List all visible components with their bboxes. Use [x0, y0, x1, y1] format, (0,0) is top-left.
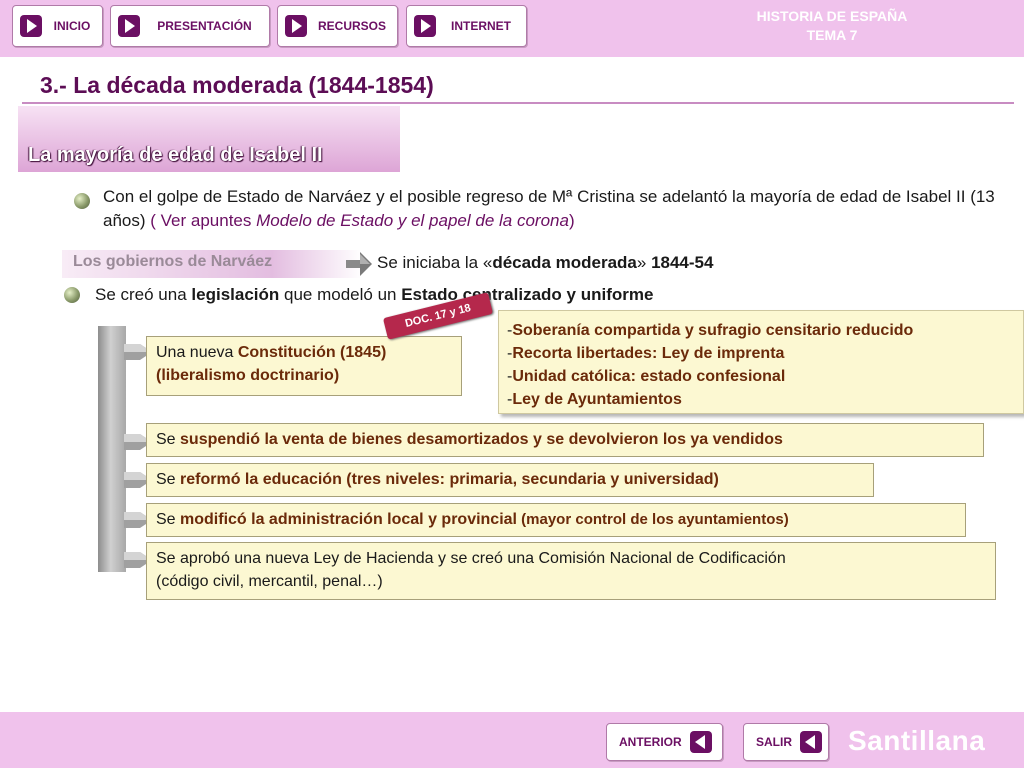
estado-bold: Estado centralizado y uniforme [401, 285, 654, 304]
doc-item-text: Unidad católica: estado confesional [512, 368, 786, 385]
constitucion-pre: Una nueva [156, 344, 238, 361]
nav-internet-label: INTERNET [451, 19, 511, 33]
play-icon [118, 15, 140, 37]
section-heading-text: La mayoría de edad de Isabel II [28, 144, 323, 166]
desamortizacion-box: Se suspendió la venta de bienes desamort… [146, 423, 984, 457]
play-icon [414, 15, 436, 37]
salir-label: SALIR [756, 735, 792, 749]
nav-recursos-label: RECURSOS [317, 19, 386, 33]
doc-details-box: -Soberanía compartida y sufragio censita… [498, 310, 1024, 414]
note-close: ) [568, 211, 575, 230]
bracket-bar [98, 326, 126, 572]
bullet-icon [74, 193, 90, 209]
brand-logo: Santillana [848, 725, 986, 756]
paragraph-mayoria-edad: Con el golpe de Estado de Narváez y el p… [103, 185, 1024, 233]
constitucion-bold: Constitución (1845) [237, 344, 387, 361]
doc-item: -Soberanía compartida y sufragio censita… [507, 322, 914, 339]
anterior-button[interactable]: ANTERIOR [606, 723, 723, 761]
doc-item-text: Recorta libertades: Ley de imprenta [512, 345, 785, 362]
nav-internet-button[interactable]: INTERNET [406, 5, 527, 47]
gobiernos-label: Los gobiernos de Narváez [62, 250, 362, 278]
doc-item: -Unidad católica: estado confesional [507, 368, 786, 385]
decada-years: 1844-54 [651, 253, 714, 272]
play-icon [285, 15, 307, 37]
bullet-icon [64, 287, 80, 303]
anterior-label: ANTERIOR [619, 735, 682, 749]
hacienda-line-2: (código civil, mercantil, penal…) [156, 573, 383, 590]
administracion-small: (mayor control de los ayuntamientos) [517, 511, 789, 528]
educacion-box: Se reformó la educación (tres niveles: p… [146, 463, 874, 497]
title-divider [22, 102, 1014, 104]
doc-item-text: Soberanía compartida y sufragio censitar… [512, 322, 914, 339]
administracion-bold: modificó la administración local y provi… [180, 511, 517, 528]
desamortizacion-pre: Se [156, 431, 181, 448]
gobiernos-label-text: Los gobiernos de Narváez [73, 253, 273, 270]
administracion-box: Se modificó la administración local y pr… [146, 503, 966, 537]
desamortizacion-bold: suspendió la venta de bienes desamortiza… [180, 431, 783, 448]
educacion-pre: Se [156, 471, 181, 488]
subject-line-1: HISTORIA DE ESPAÑA [756, 8, 908, 24]
doc-item: -Recorta libertades: Ley de imprenta [507, 345, 785, 362]
subject-label: HISTORIA DE ESPAÑA TEMA 7 [732, 7, 932, 45]
back-icon [689, 731, 712, 753]
constitucion-box: Una nueva Constitución (1845) (liberalis… [146, 336, 462, 396]
educacion-bold: reformó la educación (tres niveles: prim… [180, 471, 719, 488]
administracion-pre: Se [156, 511, 181, 528]
constitucion-line-1: Una nueva Constitución (1845) [156, 341, 452, 364]
decada-mid: » [636, 253, 652, 272]
doc-item-text: Ley de Ayuntamientos [512, 391, 682, 408]
constitucion-line-2: (liberalismo doctrinario) [156, 367, 340, 384]
decada-bold: década moderada [492, 253, 637, 272]
paragraph-legislacion: Se creó una legislación que modeló un Es… [95, 283, 653, 307]
back-icon [800, 731, 822, 753]
doc-item: -Ley de Ayuntamientos [507, 391, 682, 408]
play-icon [20, 15, 42, 37]
page-title: 3.- La década moderada (1844-1854) [40, 72, 434, 98]
nav-recursos-button[interactable]: RECURSOS [277, 5, 398, 47]
hacienda-line-1: Se aprobó una nueva Ley de Hacienda y se… [156, 550, 786, 567]
legislacion-pre: Se creó una [95, 285, 192, 304]
note-open: ( Ver apuntes [145, 211, 257, 230]
paragraph-decada: Se iniciaba la «década moderada» 1844-54 [377, 251, 713, 275]
subject-line-2: TEMA 7 [806, 27, 858, 43]
nav-presentacion-button[interactable]: PRESENTACIÓN [110, 5, 270, 47]
legislacion-bold: legislación [191, 285, 280, 304]
arrow-right-icon [346, 252, 372, 276]
apuntes-link[interactable]: Modelo de Estado y el papel de la corona [256, 211, 569, 230]
nav-presentacion-label: PRESENTACIÓN [157, 19, 252, 33]
salir-button[interactable]: SALIR [743, 723, 829, 761]
nav-inicio-label: INICIO [53, 19, 91, 33]
nav-inicio-button[interactable]: INICIO [12, 5, 103, 47]
legislacion-mid: que modeló un [279, 285, 402, 304]
decada-pre: Se iniciaba la « [377, 253, 493, 272]
hacienda-box: Se aprobó una nueva Ley de Hacienda y se… [146, 542, 996, 600]
section-heading: La mayoría de edad de Isabel II [18, 106, 400, 172]
